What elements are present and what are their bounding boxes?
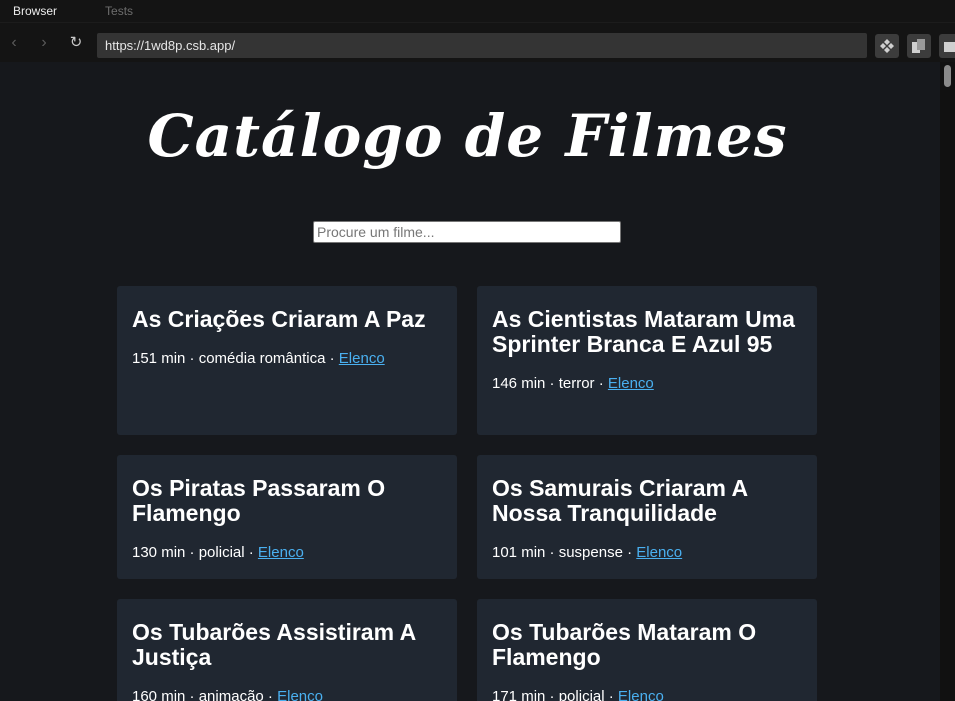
movie-card: As Criações Criaram A Paz 151 min · comé… — [117, 286, 457, 435]
cast-link[interactable]: Elenco — [618, 688, 664, 701]
cast-link[interactable]: Elenco — [608, 375, 654, 392]
movie-title: Os Tubarões Assistiram A Justiça — [132, 619, 416, 670]
url-input[interactable]: https://1wd8p.csb.app/ — [97, 33, 867, 58]
movie-duration: 160 min — [132, 688, 186, 701]
cast-link[interactable]: Elenco — [636, 544, 682, 561]
forward-icon[interactable]: › — [36, 35, 52, 51]
movie-duration: 171 min — [492, 688, 546, 701]
movie-card: Os Tubarões Mataram O Flamengo 171 min ·… — [477, 599, 817, 701]
movie-genre: terror — [558, 375, 595, 392]
browser-tab-bar: Browser Tests — [0, 0, 955, 23]
cast-link[interactable]: Elenco — [258, 544, 304, 561]
movie-genre: policial — [558, 688, 605, 701]
movie-duration: 130 min — [132, 544, 186, 561]
movie-genre: policial — [198, 544, 245, 561]
movie-meta: 160 min · animação · Elenco — [132, 688, 442, 701]
scrollbar-thumb[interactable] — [944, 65, 951, 87]
cast-link[interactable]: Elenco — [277, 688, 323, 701]
movie-card: Os Tubarões Assistiram A Justiça 160 min… — [117, 599, 457, 701]
scrollbar[interactable] — [940, 62, 955, 701]
movie-meta: 130 min · policial · Elenco — [132, 544, 304, 561]
movie-card: Os Samurais Criaram A Nossa Tranquilidad… — [477, 455, 817, 579]
copy-icon[interactable] — [907, 34, 931, 58]
movie-card: As Cientistas Mataram Uma Sprinter Branc… — [477, 286, 817, 435]
movie-genre: animação — [198, 688, 264, 701]
movie-card: Os Piratas Passaram O Flamengo 130 min ·… — [117, 455, 457, 579]
movie-title: As Cientistas Mataram Uma Sprinter Branc… — [492, 306, 795, 357]
movie-meta: 171 min · policial · Elenco — [492, 688, 802, 701]
movie-duration: 146 min — [492, 375, 546, 392]
window-icon[interactable] — [939, 34, 955, 58]
search-input[interactable] — [313, 221, 621, 243]
page-viewport: Catálogo de Filmes As Criações Criaram A… — [0, 62, 940, 701]
movie-genre: suspense — [558, 544, 623, 561]
back-icon[interactable]: ‹ — [6, 35, 22, 51]
movie-title: As Criações Criaram A Paz — [132, 306, 426, 332]
tab-tests[interactable]: Tests — [92, 0, 146, 23]
movie-meta: 101 min · suspense · Elenco — [492, 544, 683, 561]
movie-meta: 151 min · comédia romântica · Elenco — [132, 350, 385, 367]
movie-title: Os Samurais Criaram A Nossa Tranquilidad… — [492, 475, 748, 526]
movie-title: Os Piratas Passaram O Flamengo — [132, 475, 386, 526]
devtools-icon[interactable] — [875, 34, 899, 58]
movie-duration: 101 min — [492, 544, 546, 561]
movie-duration: 151 min — [132, 350, 186, 367]
tab-browser[interactable]: Browser — [0, 0, 70, 23]
movie-genre: comédia romântica — [198, 350, 326, 367]
cast-link[interactable]: Elenco — [339, 350, 385, 367]
reload-icon[interactable]: ↻ — [68, 35, 84, 51]
movie-title: Os Tubarões Mataram O Flamengo — [492, 619, 757, 670]
movie-meta: 146 min · terror · Elenco — [492, 375, 654, 392]
address-bar-row: ‹ › ↻ https://1wd8p.csb.app/ — [0, 23, 955, 62]
page-title: Catálogo de Filmes — [147, 102, 788, 170]
